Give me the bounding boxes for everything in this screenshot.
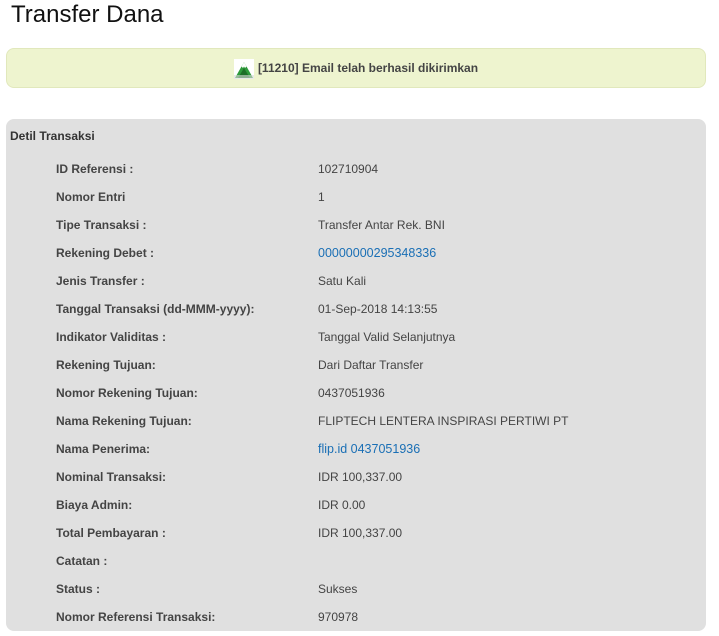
row-label: Nomor Entri	[56, 190, 126, 204]
page-title: Transfer Dana	[11, 1, 164, 28]
row-label: ID Referensi :	[56, 162, 134, 176]
row-label: Nominal Transaksi:	[56, 470, 167, 484]
row-value: 970978	[318, 610, 359, 624]
row-nomor-rekening-tujuan: Nomor Rekening Tujuan: 0437051936	[6, 383, 706, 403]
row-label: Nomor Rekening Tujuan:	[56, 386, 198, 400]
row-value: IDR 100,337.00	[318, 470, 403, 484]
row-value: IDR 0.00	[318, 498, 366, 512]
row-nama-penerima: Nama Penerima: flip.id 0437051936	[6, 439, 706, 459]
row-value: Transfer Antar Rek. BNI	[318, 218, 445, 232]
row-label: Tanggal Transaksi (dd-MMM-yyyy):	[56, 302, 255, 316]
row-biaya-admin: Biaya Admin: IDR 0.00	[6, 495, 706, 515]
row-value: FLIPTECH LENTERA INSPIRASI PERTIWI PT	[318, 414, 569, 428]
transaction-detail-panel: Detil Transaksi ID Referensi : 102710904…	[6, 119, 706, 631]
row-id-referensi: ID Referensi : 102710904	[6, 159, 706, 179]
row-label: Nama Rekening Tujuan:	[56, 414, 192, 428]
row-nominal-transaksi: Nominal Transaksi: IDR 100,337.00	[6, 467, 706, 487]
row-label: Total Pembayaran :	[56, 526, 166, 540]
panel-title: Detil Transaksi	[10, 129, 95, 143]
row-label: Rekening Debet :	[56, 246, 155, 260]
row-value: Dari Daftar Transfer	[318, 358, 424, 372]
row-jenis-transfer: Jenis Transfer : Satu Kali	[6, 271, 706, 291]
row-tanggal-transaksi: Tanggal Transaksi (dd-MMM-yyyy): 01-Sep-…	[6, 299, 706, 319]
status-value: Sukses	[318, 582, 358, 596]
nama-penerima-link[interactable]: flip.id 0437051936	[318, 439, 420, 459]
row-value: 102710904	[318, 162, 379, 176]
row-tipe-transaksi: Tipe Transaksi : Transfer Antar Rek. BNI	[6, 215, 706, 235]
row-value: Satu Kali	[318, 274, 367, 288]
row-label: Biaya Admin:	[56, 498, 133, 512]
row-status: Status : Sukses	[6, 579, 706, 599]
row-value: 01-Sep-2018 14:13:55	[318, 302, 438, 316]
row-rekening-debet: Rekening Debet : 00000000295348336	[6, 243, 706, 263]
row-value: IDR 100,337.00	[318, 526, 403, 540]
row-label: Nomor Referensi Transaksi:	[56, 610, 216, 624]
row-nomor-referensi-transaksi: Nomor Referensi Transaksi: 970978	[6, 607, 706, 627]
row-label: Status :	[56, 582, 101, 596]
row-indikator-validitas: Indikator Validitas : Tanggal Valid Sela…	[6, 327, 706, 347]
row-label: Indikator Validitas :	[56, 330, 167, 344]
row-label: Nama Penerima:	[56, 442, 151, 456]
row-value: 0437051936	[318, 386, 385, 400]
row-label: Catatan :	[56, 554, 108, 568]
rekening-debet-link[interactable]: 00000000295348336	[318, 243, 436, 263]
row-value: Tanggal Valid Selanjutnya	[318, 330, 456, 344]
row-value: 1	[318, 190, 325, 204]
success-mountain-icon	[233, 59, 254, 79]
row-label: Jenis Transfer :	[56, 274, 145, 288]
row-label: Rekening Tujuan:	[56, 358, 156, 372]
row-nomor-entri: Nomor Entri 1	[6, 187, 706, 207]
success-message: [11210] Email telah berhasil dikirimkan	[257, 61, 479, 75]
row-catatan: Catatan :	[6, 551, 706, 571]
row-label: Tipe Transaksi :	[56, 218, 147, 232]
row-total-pembayaran: Total Pembayaran : IDR 100,337.00	[6, 523, 706, 543]
success-notification: [11210] Email telah berhasil dikirimkan	[6, 48, 706, 88]
row-nama-rekening-tujuan: Nama Rekening Tujuan: FLIPTECH LENTERA I…	[6, 411, 706, 431]
row-rekening-tujuan: Rekening Tujuan: Dari Daftar Transfer	[6, 355, 706, 375]
